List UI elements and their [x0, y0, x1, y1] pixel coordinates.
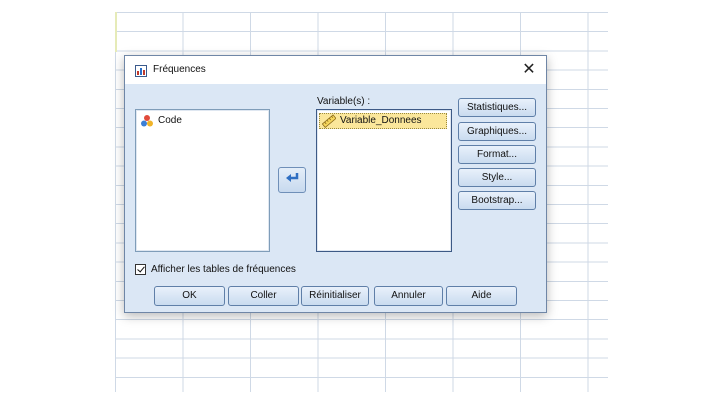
charts-button[interactable]: Graphiques...	[458, 122, 536, 141]
bootstrap-button[interactable]: Bootstrap...	[458, 191, 536, 210]
variable-label: Code	[158, 115, 182, 126]
display-frequency-tables-option[interactable]: Afficher les tables de fréquences	[135, 262, 296, 276]
nominal-variable-icon	[140, 114, 154, 128]
scale-variable-icon	[321, 114, 337, 128]
variables-label: Variable(s) :	[317, 96, 371, 107]
display-frequency-tables-checkbox[interactable]	[135, 263, 146, 275]
cancel-button[interactable]: Annuler	[374, 286, 443, 306]
format-button[interactable]: Format...	[458, 145, 536, 164]
style-button[interactable]: Style...	[458, 168, 536, 187]
dialog-title: Fréquences	[153, 64, 206, 75]
checkbox-label: Afficher les tables de fréquences	[151, 263, 296, 275]
frequencies-dialog: Fréquences ✕ Code Variable(s) : Variable…	[124, 55, 547, 313]
list-item[interactable]: Code	[140, 113, 182, 129]
dialog-titlebar: Fréquences ✕	[125, 56, 546, 84]
source-variable-list[interactable]: Code	[135, 109, 270, 252]
selected-variables-list[interactable]: Variable_Donnees	[316, 109, 452, 252]
move-variable-button[interactable]	[278, 167, 306, 193]
help-button[interactable]: Aide	[446, 286, 517, 306]
variable-label: Variable_Donnees	[340, 115, 422, 126]
list-item[interactable]: Variable_Donnees	[319, 113, 447, 129]
reset-button[interactable]: Réinitialiser	[301, 286, 369, 306]
arrow-left-icon	[285, 171, 299, 189]
frequencies-app-icon	[135, 64, 147, 77]
statistics-button[interactable]: Statistiques...	[458, 98, 536, 117]
paste-button[interactable]: Coller	[228, 286, 299, 306]
ok-button[interactable]: OK	[154, 286, 225, 306]
close-icon[interactable]: ✕	[518, 59, 540, 81]
